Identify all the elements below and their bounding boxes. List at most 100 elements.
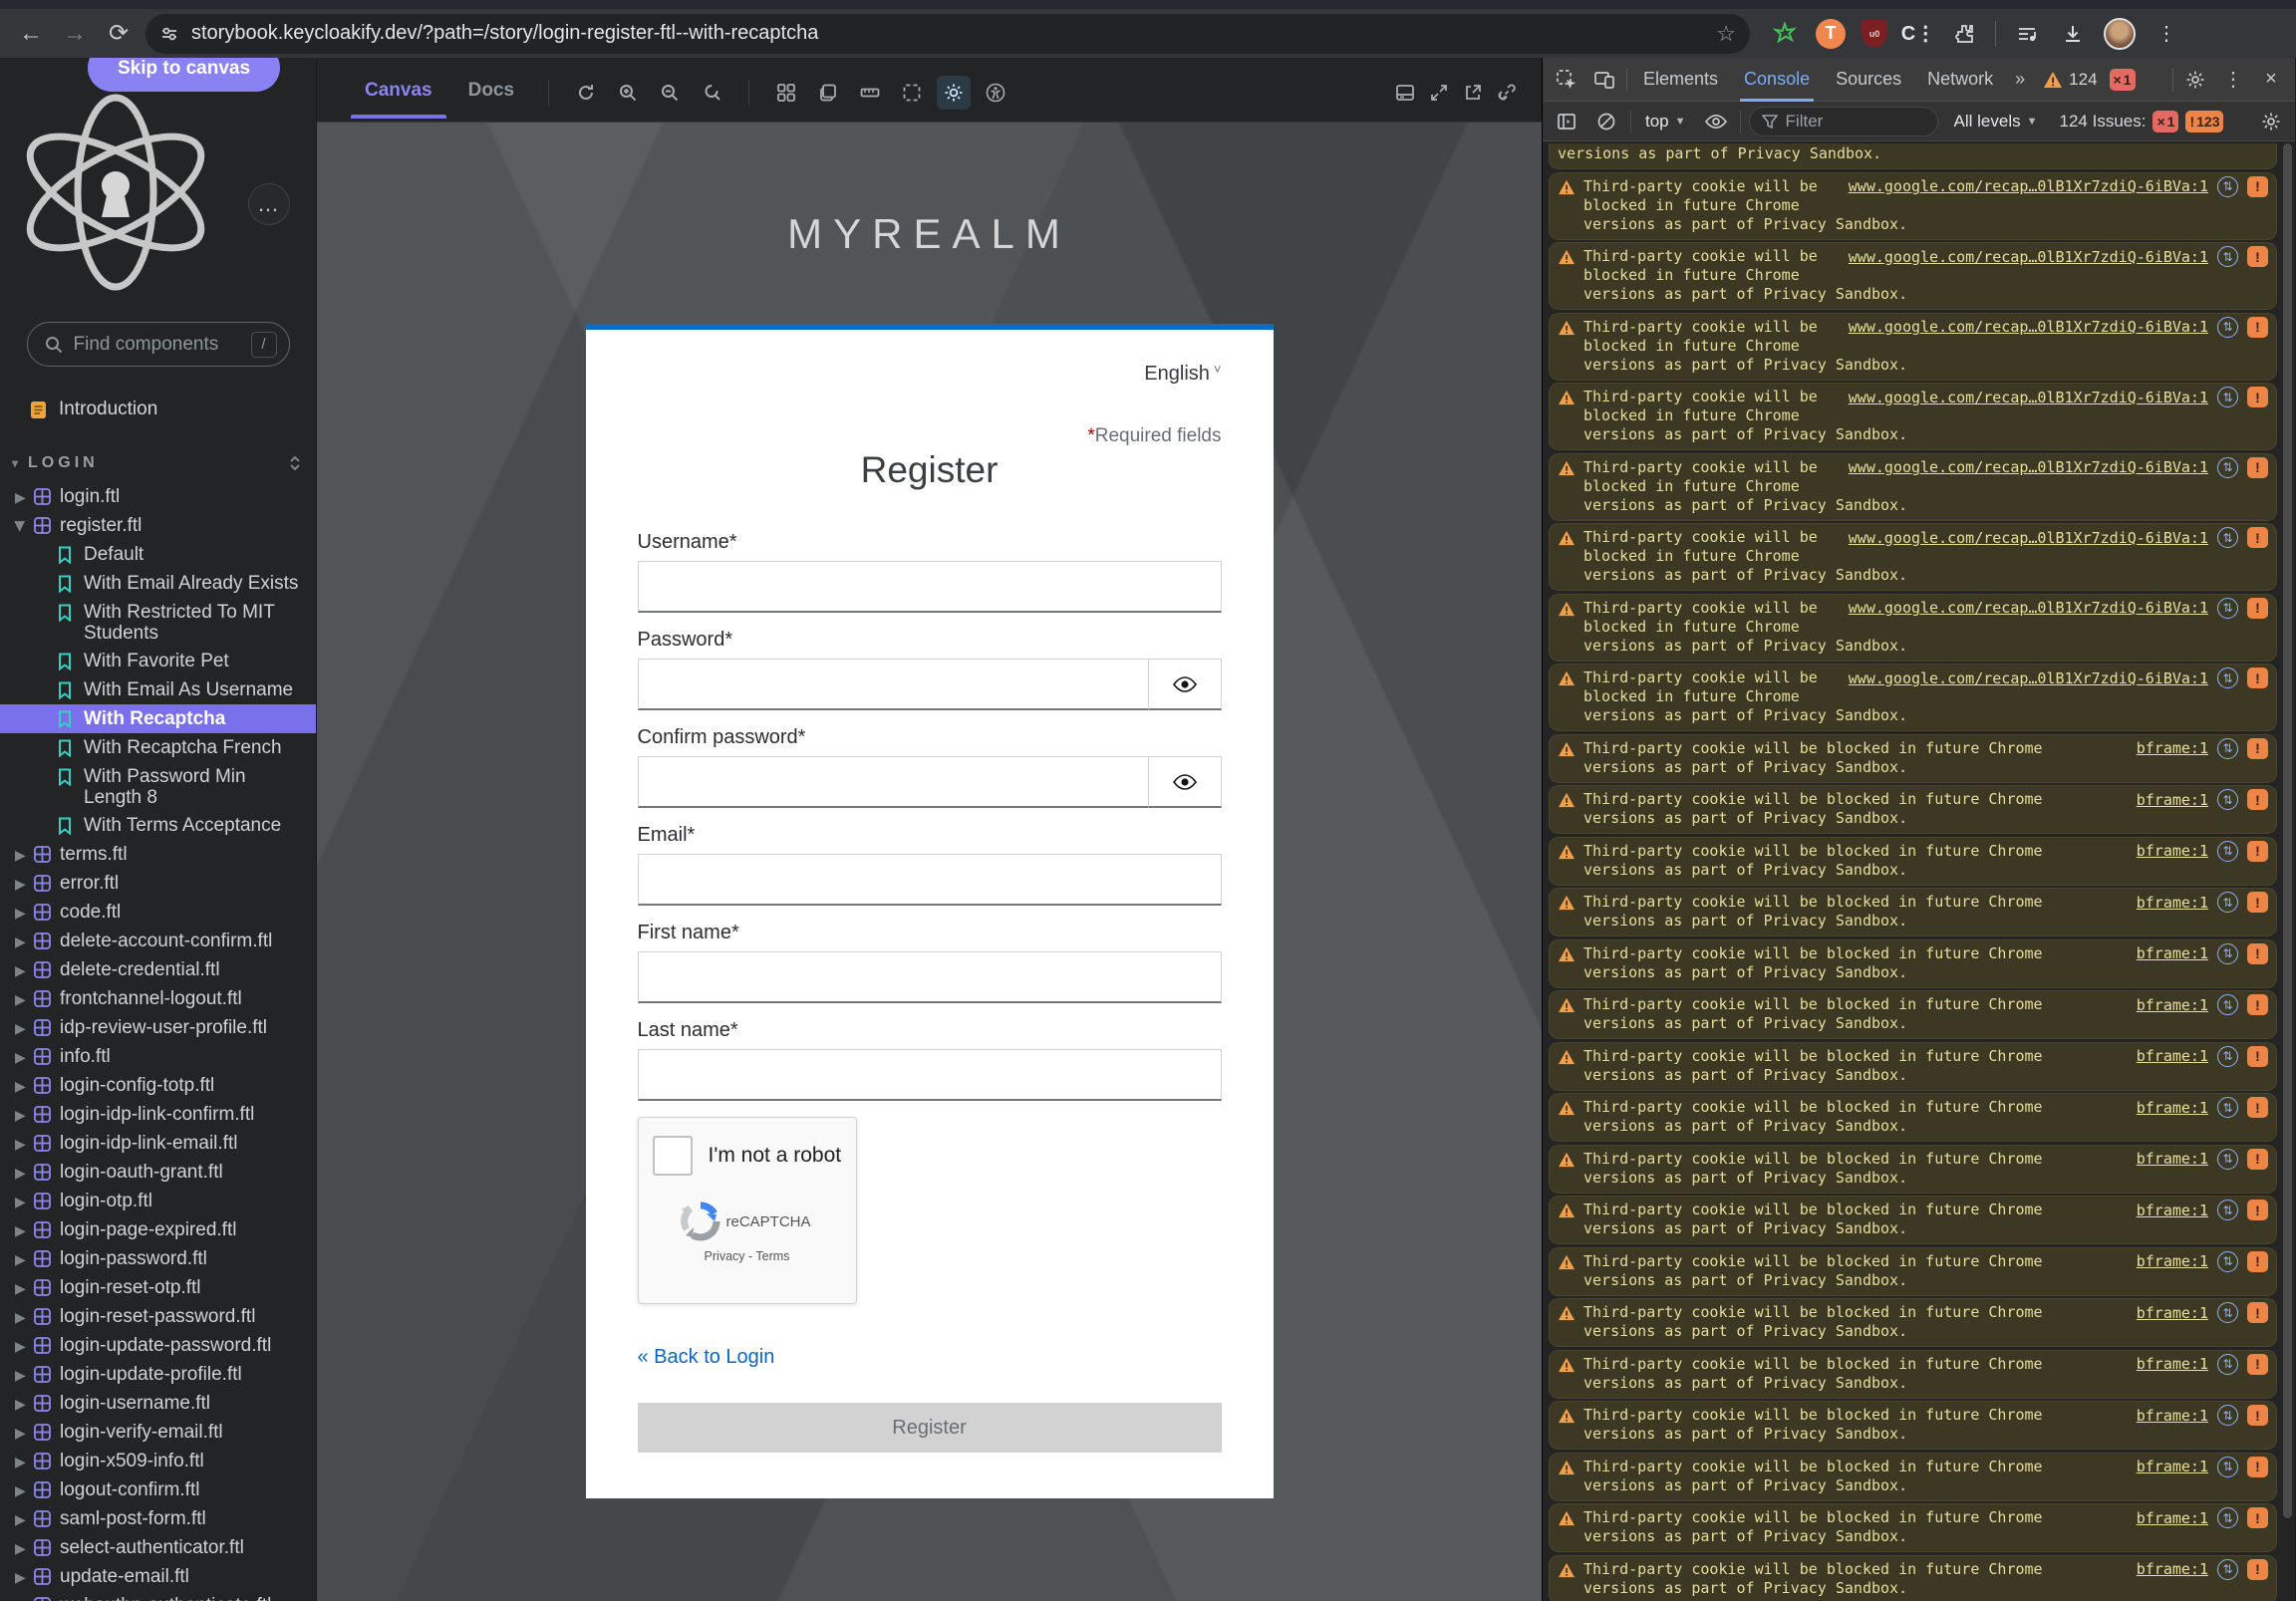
theme-sun-icon[interactable] — [937, 76, 971, 110]
issue-badge-icon[interactable]: ! — [2247, 1149, 2268, 1170]
cookie-blocked-icon[interactable]: ⇅ — [2217, 1149, 2238, 1170]
tree-item[interactable]: ▶ With Password Min Length 8 — [0, 762, 316, 811]
tree-item[interactable]: ▶ login-verify-email.ftl — [0, 1418, 316, 1447]
source-link[interactable]: bframe:1 — [2137, 1355, 2208, 1373]
zoom-reset-icon[interactable] — [695, 76, 728, 110]
cookie-blocked-icon[interactable]: ⇅ — [2217, 1559, 2238, 1580]
source-link[interactable]: bframe:1 — [2137, 791, 2208, 809]
issues-counter[interactable]: 124 Issues: ×1 !123 — [2060, 111, 2224, 133]
source-link[interactable]: bframe:1 — [2137, 1201, 2208, 1219]
tree-item[interactable]: ▶ login-update-profile.ftl — [0, 1360, 316, 1389]
cookie-blocked-icon[interactable]: ⇅ — [2217, 1405, 2238, 1426]
source-link[interactable]: bframe:1 — [2137, 1509, 2208, 1527]
live-expression-eye-icon[interactable] — [1700, 106, 1732, 137]
source-link[interactable]: www.google.com/recap…0lB1Xr7zdiQ-6iBVa:1 — [1849, 669, 2208, 687]
issue-badge-icon[interactable]: ! — [2247, 841, 2268, 862]
expand-collapse-all-icon[interactable] — [288, 454, 302, 472]
back-to-login-link[interactable]: « Back to Login — [638, 1346, 775, 1369]
source-link[interactable]: bframe:1 — [2137, 1458, 2208, 1475]
issue-badge-icon[interactable]: ! — [2247, 994, 2268, 1015]
language-dropdown[interactable]: English˅ — [1144, 362, 1221, 386]
issue-badge-icon[interactable]: ! — [2247, 317, 2268, 338]
context-selector[interactable]: top▼ — [1639, 112, 1692, 132]
console-warning-message[interactable]: Third-party cookie will be blocked in fu… — [1549, 939, 2277, 988]
tree-item[interactable]: ▶ login-reset-otp.ftl — [0, 1273, 316, 1302]
more-tabs-icon[interactable]: » — [2009, 69, 2031, 90]
console-warning-message[interactable]: Third-party cookie will be blocked in fu… — [1549, 1196, 2277, 1244]
register-submit-button[interactable]: Register — [638, 1403, 1222, 1453]
zoom-out-icon[interactable] — [653, 76, 687, 110]
backgrounds-icon[interactable] — [811, 76, 845, 110]
console-warning-message[interactable]: Third-party cookie will be blocked in fu… — [1549, 1555, 2277, 1601]
measure-icon[interactable] — [853, 76, 887, 110]
text-input[interactable] — [638, 1049, 1222, 1101]
console-warning-message[interactable]: Third-party cookie will be blocked in fu… — [1549, 734, 2277, 783]
cookie-blocked-icon[interactable]: ⇅ — [2217, 317, 2238, 338]
issue-badge-icon[interactable]: ! — [2247, 1559, 2268, 1580]
skip-to-canvas-button[interactable]: Skip to canvas — [88, 58, 280, 92]
source-link[interactable]: bframe:1 — [2137, 894, 2208, 912]
tree-item[interactable]: ▶ login-reset-password.ftl — [0, 1302, 316, 1331]
profile-avatar[interactable] — [2104, 18, 2136, 50]
cookie-blocked-icon[interactable]: ⇅ — [2217, 994, 2238, 1015]
issue-badge-icon[interactable]: ! — [2247, 667, 2268, 688]
tree-item[interactable]: ▶ login-update-password.ftl — [0, 1331, 316, 1360]
tree-item[interactable]: ▶ With Favorite Pet — [0, 647, 316, 675]
tree-item[interactable]: ▶ With Restricted To MIT Students — [0, 598, 316, 647]
tree-item[interactable]: ▶ With Email As Username — [0, 675, 316, 704]
issue-badge-icon[interactable]: ! — [2247, 176, 2268, 197]
recaptcha-privacy-terms[interactable]: Privacy - Terms — [653, 1249, 842, 1263]
cookie-blocked-icon[interactable]: ⇅ — [2217, 667, 2238, 688]
tree-item[interactable]: ▶ terms.ftl — [0, 840, 316, 869]
cookie-blocked-icon[interactable]: ⇅ — [2217, 1457, 2238, 1477]
source-link[interactable]: www.google.com/recap…0lB1Xr7zdiQ-6iBVa:1 — [1849, 458, 2208, 476]
source-link[interactable]: bframe:1 — [2137, 1304, 2208, 1322]
console-warning-message[interactable]: Third-party cookie will be blocked in fu… — [1549, 1247, 2277, 1296]
reload-icon[interactable]: ⟳ — [102, 17, 136, 51]
console-scrollbar[interactable] — [2283, 143, 2292, 1518]
issue-badge-icon[interactable]: ! — [2247, 527, 2268, 548]
source-link[interactable]: www.google.com/recap…0lB1Xr7zdiQ-6iBVa:1 — [1849, 318, 2208, 336]
console-warning-message[interactable]: Third-party cookie will be blocked in fu… — [1549, 1401, 2277, 1450]
source-link[interactable]: bframe:1 — [2137, 1150, 2208, 1168]
issue-badge-icon[interactable]: ! — [2247, 1405, 2268, 1426]
media-controls-icon[interactable] — [2012, 19, 2042, 49]
tree-item[interactable]: ▶ With Terms Acceptance — [0, 811, 316, 840]
browser-menu-icon[interactable]: ⋮ — [2152, 19, 2181, 49]
tree-item[interactable]: ▶ With Recaptcha — [0, 704, 316, 733]
tree-item[interactable]: ▶ logout-confirm.ftl — [0, 1475, 316, 1504]
source-link[interactable]: bframe:1 — [2137, 739, 2208, 757]
console-warning-message[interactable]: Third-party cookie will be blocked in fu… — [1549, 594, 2277, 662]
issue-badge-icon[interactable]: ! — [2247, 1200, 2268, 1220]
console-warning-message[interactable]: Third-party cookie will be blocked in fu… — [1549, 523, 2277, 591]
source-link[interactable]: www.google.com/recap…0lB1Xr7zdiQ-6iBVa:1 — [1849, 599, 2208, 617]
back-icon[interactable]: ← — [14, 17, 48, 51]
tree-item[interactable]: ▶ login-oauth-grant.ftl — [0, 1158, 316, 1187]
issue-badge-icon[interactable]: ! — [2247, 892, 2268, 913]
component-search[interactable]: / — [27, 322, 290, 367]
tree-item[interactable]: ▶ login-otp.ftl — [0, 1187, 316, 1215]
cookie-blocked-icon[interactable]: ⇅ — [2217, 246, 2238, 267]
console-sidebar-icon[interactable] — [1551, 106, 1582, 137]
console-warning-message[interactable]: Third-party cookie will be blocked in fu… — [1549, 1042, 2277, 1091]
sidebar-menu-button[interactable]: … — [248, 183, 290, 225]
cookie-blocked-icon[interactable]: ⇅ — [2217, 176, 2238, 197]
tree-item[interactable]: ▶ idp-review-user-profile.ftl — [0, 1013, 316, 1042]
console-warning-message[interactable]: Third-party cookie will be blocked in fu… — [1549, 383, 2277, 450]
console-message-partial[interactable]: versions as part of Privacy Sandbox. — [1549, 143, 2277, 169]
show-password-button[interactable] — [1148, 659, 1222, 710]
open-external-icon[interactable] — [1456, 76, 1490, 110]
extensions-puzzle-icon[interactable] — [1949, 19, 1979, 49]
console-warning-message[interactable]: Third-party cookie will be blocked in fu… — [1549, 172, 2277, 240]
keycloakify-logo[interactable] — [24, 86, 208, 300]
text-input[interactable] — [638, 854, 1222, 906]
console-warning-count[interactable]: 124 — [2043, 70, 2097, 90]
console-warning-message[interactable]: Third-party cookie will be blocked in fu… — [1549, 1350, 2277, 1399]
forward-icon[interactable]: → — [58, 17, 92, 51]
source-link[interactable]: bframe:1 — [2137, 1560, 2208, 1578]
tab-elements[interactable]: Elements — [1633, 58, 1728, 102]
text-input[interactable] — [638, 659, 1149, 710]
extension-green-icon[interactable] — [1770, 19, 1800, 49]
tree-item[interactable]: ▶ update-email.ftl — [0, 1562, 316, 1591]
tree-item[interactable]: ▶ info.ftl — [0, 1042, 316, 1071]
